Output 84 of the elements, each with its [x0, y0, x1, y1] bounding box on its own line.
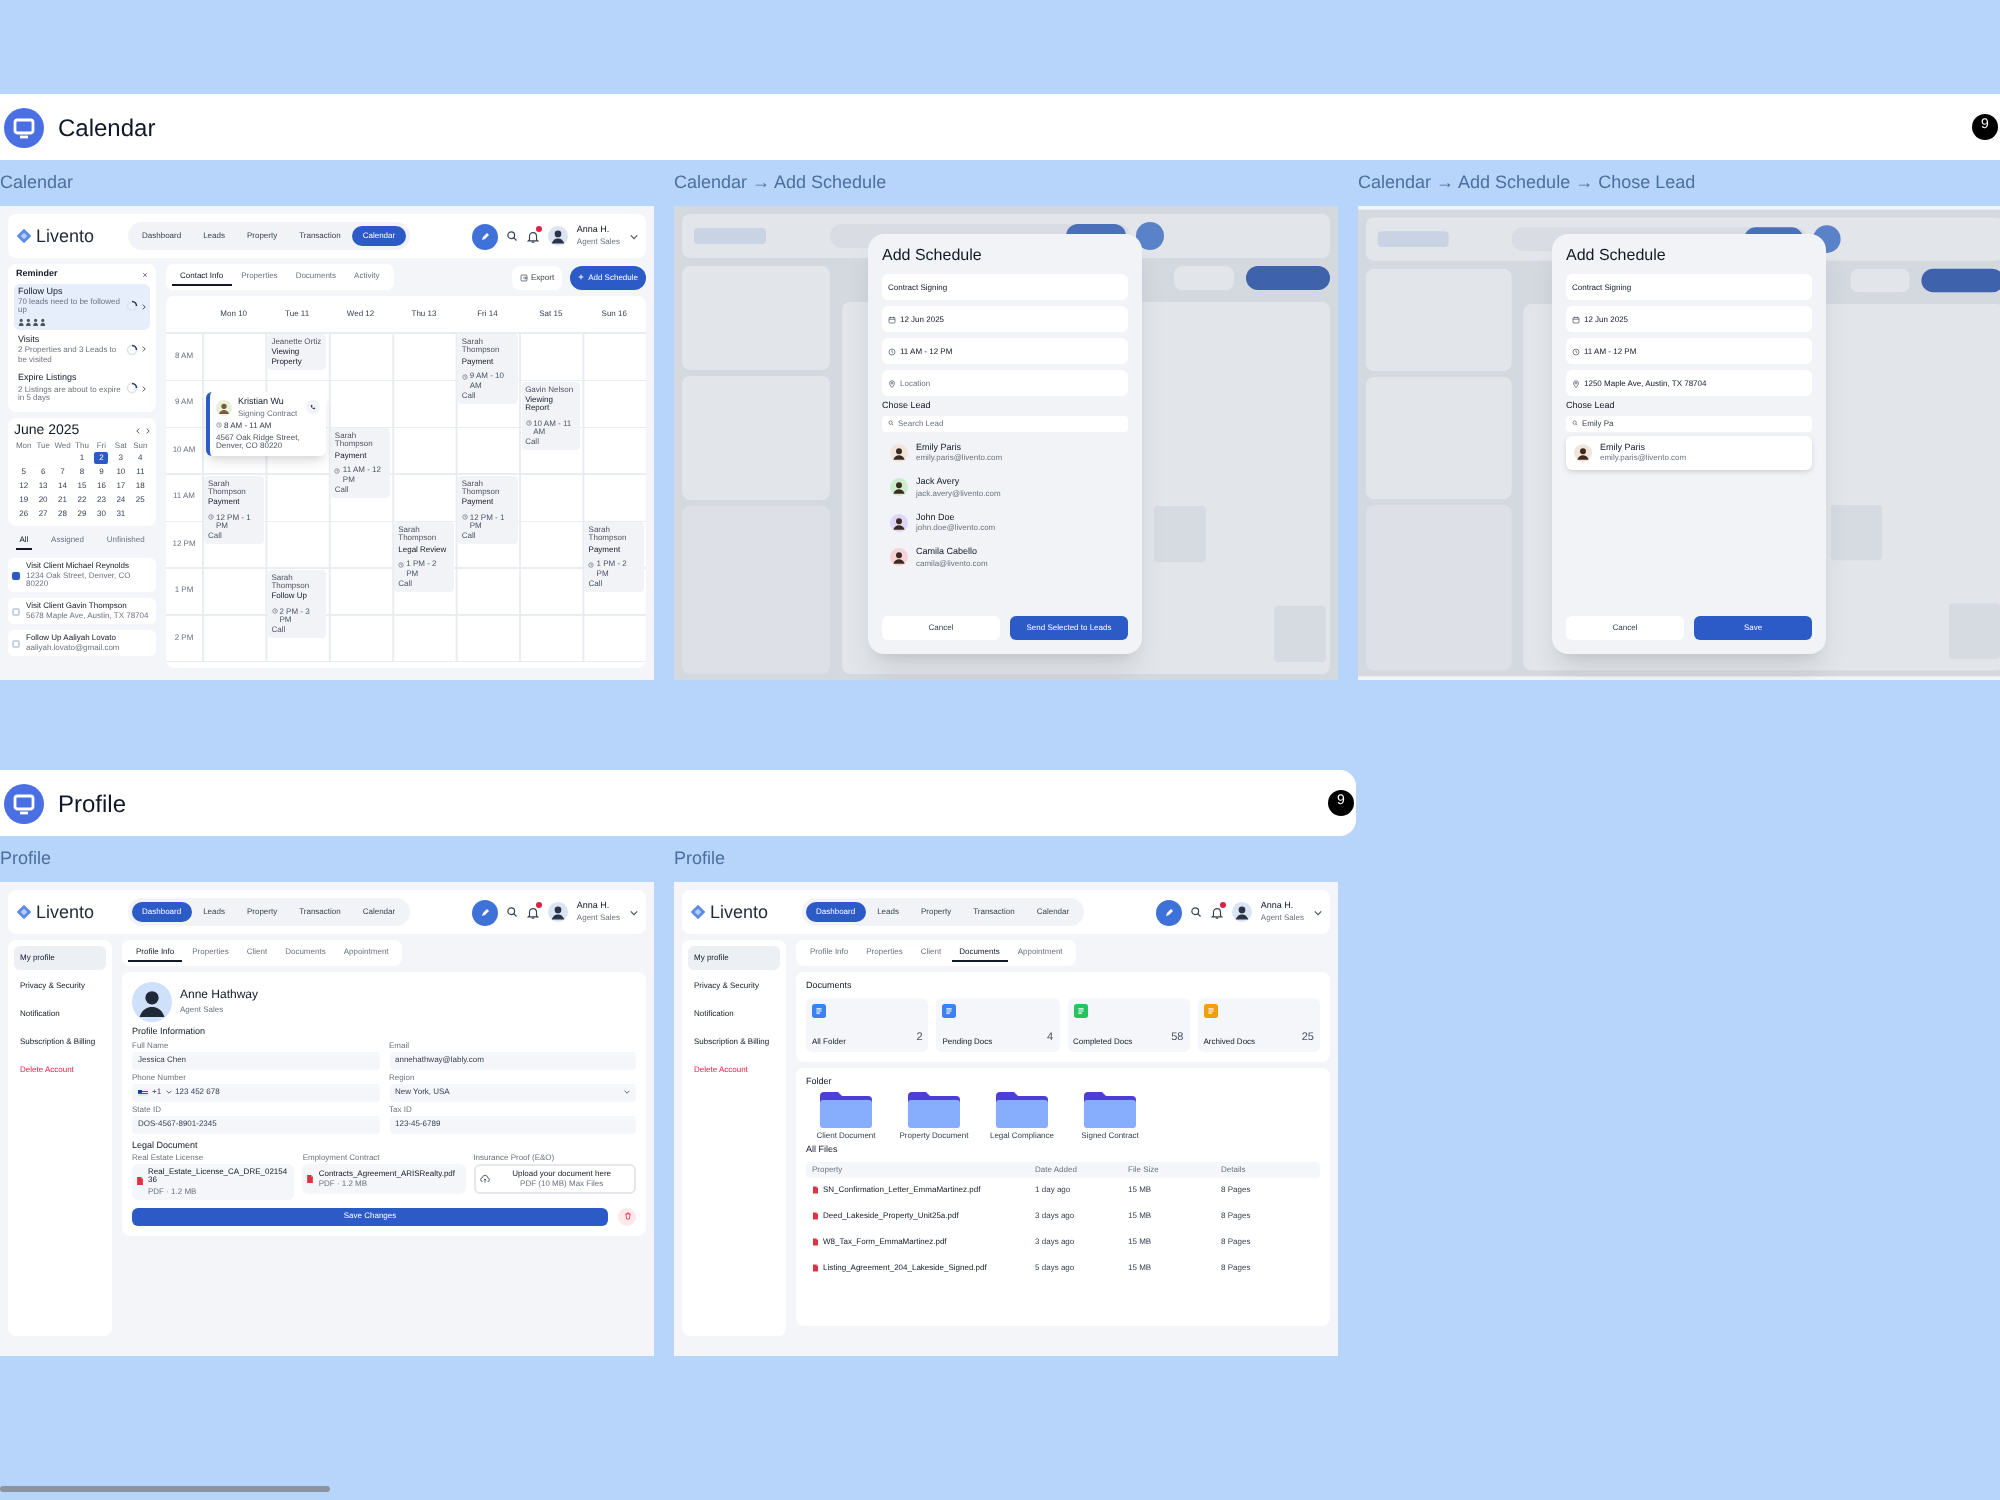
trash-icon — [623, 1212, 631, 1221]
bell-icon[interactable] — [526, 229, 541, 243]
avatar-icon — [548, 226, 569, 246]
logo-text: Livento — [36, 227, 95, 245]
modal-title: Add Schedule — [882, 248, 984, 264]
pdf-file-icon — [812, 1212, 819, 1220]
modal-title: Add Schedule — [1566, 248, 1668, 264]
pencil-icon — [1164, 907, 1175, 917]
export-icon — [519, 273, 528, 281]
checkbox[interactable] — [12, 607, 20, 616]
frame-caption: Profile — [674, 850, 726, 868]
folder-icon — [820, 1092, 872, 1128]
search-icon[interactable] — [506, 906, 519, 918]
close-icon[interactable] — [142, 271, 148, 278]
edit-button[interactable] — [472, 899, 499, 925]
edit-button[interactable] — [1156, 899, 1183, 925]
diamond-logo-icon — [690, 904, 706, 920]
calendar-icon — [888, 315, 896, 323]
pencil-icon — [480, 907, 491, 917]
clock-icon — [216, 422, 222, 428]
frame-caption: Calendar → Add Schedule → Chose Lead — [1358, 174, 1696, 192]
section-title: Calendar — [58, 111, 156, 145]
logo-text: Livento — [710, 903, 769, 921]
avatar-icon — [890, 548, 908, 567]
avatar-icon — [890, 443, 908, 462]
pdf-file-icon — [306, 1174, 315, 1184]
avatar-icon — [890, 478, 908, 497]
delete-button[interactable] — [618, 1207, 636, 1226]
flag-icon — [138, 1089, 148, 1095]
search-icon[interactable] — [1190, 906, 1203, 918]
edit-button[interactable] — [472, 223, 499, 249]
checkbox[interactable] — [12, 639, 20, 648]
clock-icon — [271, 608, 278, 615]
pdf-file-icon — [812, 1264, 819, 1272]
avatar-icon — [548, 902, 569, 922]
clock-icon — [461, 373, 468, 380]
pdf-file-icon — [812, 1186, 819, 1194]
avatar-icon — [216, 399, 232, 416]
clock-icon — [588, 561, 595, 568]
progress-ring-icon — [126, 300, 138, 313]
chevron-down-icon[interactable] — [1314, 909, 1322, 915]
cloud-upload-icon — [479, 1174, 490, 1185]
folder-icon — [1084, 1092, 1136, 1128]
clock-icon — [461, 514, 468, 521]
folder-icon — [996, 1092, 1048, 1128]
progress-ring-icon — [126, 343, 138, 356]
frame-caption: Calendar — [0, 174, 74, 192]
folder-icon — [908, 1092, 960, 1128]
section-title: Profile — [58, 787, 127, 821]
avatar-icon — [1232, 902, 1253, 922]
clock-icon — [525, 420, 532, 427]
search-icon — [888, 420, 894, 426]
avatar-group-icon — [18, 317, 50, 326]
location-pin-icon — [1572, 379, 1580, 387]
frame-caption: Profile — [0, 850, 52, 868]
pencil-icon — [480, 231, 491, 241]
chevron-down-icon[interactable] — [630, 233, 638, 239]
calendar-icon — [1572, 315, 1580, 323]
chevron-down-icon[interactable] — [630, 909, 638, 915]
avatar-icon — [132, 982, 172, 1022]
diamond-logo-icon — [16, 228, 32, 244]
logo-text: Livento — [36, 903, 95, 921]
bell-icon[interactable] — [1210, 905, 1225, 919]
frame-caption: Calendar → Add Schedule — [674, 174, 887, 192]
search-icon — [1572, 420, 1578, 426]
clock-icon — [208, 514, 214, 521]
phone-icon — [310, 404, 316, 411]
bell-icon[interactable] — [526, 905, 541, 919]
clock-icon — [334, 467, 341, 474]
call-button[interactable] — [306, 400, 320, 415]
pdf-file-icon — [812, 1238, 819, 1246]
clock-icon — [888, 347, 896, 355]
plus-icon — [578, 274, 585, 280]
clock-icon — [1572, 347, 1580, 355]
pdf-file-icon — [136, 1176, 144, 1187]
clock-icon — [398, 561, 405, 568]
avatar-icon — [1574, 443, 1592, 462]
location-pin-icon — [888, 379, 896, 387]
avatar-icon — [890, 513, 908, 532]
progress-ring-icon — [126, 382, 138, 395]
search-icon[interactable] — [506, 230, 519, 242]
scrollbar-thumb[interactable] — [0, 1486, 330, 1492]
checkbox[interactable] — [12, 571, 20, 580]
diamond-logo-icon — [16, 904, 32, 920]
